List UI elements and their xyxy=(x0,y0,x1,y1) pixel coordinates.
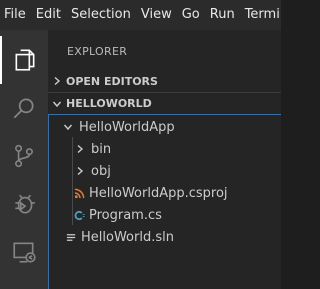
explorer-sidebar: EXPLORER OPEN EDITORS HELLOWORLD HelloWo… xyxy=(48,30,281,289)
tree-item-bin[interactable]: bin xyxy=(49,138,306,160)
rss-icon xyxy=(71,182,87,204)
menu-run[interactable]: Run xyxy=(205,0,240,30)
csproj-label: HelloWorldApp.csproj xyxy=(89,185,228,201)
open-editors-section[interactable]: OPEN EDITORS xyxy=(48,70,281,92)
workspace-label: HELLOWORLD xyxy=(66,97,152,110)
tree-item-sln[interactable]: HelloWorld.sln xyxy=(49,226,296,248)
menu-terminal[interactable]: Terminal xyxy=(240,0,281,30)
menu-bar: File Edit Selection View Go Run Terminal xyxy=(0,0,281,30)
tree-item-program[interactable]: Program.cs xyxy=(49,204,304,226)
program-label: Program.cs xyxy=(89,207,162,223)
chevron-right-icon xyxy=(73,160,87,182)
csharp-icon xyxy=(71,204,87,226)
menu-view[interactable]: View xyxy=(136,0,177,30)
chevron-right-icon xyxy=(48,76,66,86)
file-tree: HelloWorldApp bin obj HelloWorldApp.cspr… xyxy=(48,114,281,289)
explorer-icon[interactable] xyxy=(0,36,48,84)
open-editors-label: OPEN EDITORS xyxy=(66,74,158,88)
run-debug-icon[interactable] xyxy=(0,180,48,228)
chevron-down-icon xyxy=(48,99,66,109)
bin-label: bin xyxy=(91,141,112,157)
obj-label: obj xyxy=(91,163,111,179)
sidebar-title: EXPLORER xyxy=(67,45,128,58)
file-lines-icon xyxy=(63,226,79,248)
tree-item-csproj[interactable]: HelloWorldApp.csproj xyxy=(49,182,304,204)
workspace-section[interactable]: HELLOWORLD xyxy=(48,92,281,114)
remote-explorer-icon[interactable] xyxy=(0,228,48,276)
activity-bar xyxy=(0,30,48,289)
menu-edit[interactable]: Edit xyxy=(31,0,66,30)
chevron-down-icon xyxy=(61,116,75,138)
source-control-icon[interactable] xyxy=(0,132,48,180)
menu-file[interactable]: File xyxy=(0,0,31,30)
tree-item-helloworldapp[interactable]: HelloWorldApp xyxy=(49,116,294,138)
sln-label: HelloWorld.sln xyxy=(81,229,174,245)
chevron-right-icon xyxy=(73,138,87,160)
search-icon[interactable] xyxy=(0,84,48,132)
folder-label: HelloWorldApp xyxy=(79,119,175,135)
tree-item-obj[interactable]: obj xyxy=(49,160,306,182)
menu-selection[interactable]: Selection xyxy=(66,0,136,30)
menu-go[interactable]: Go xyxy=(177,0,205,30)
